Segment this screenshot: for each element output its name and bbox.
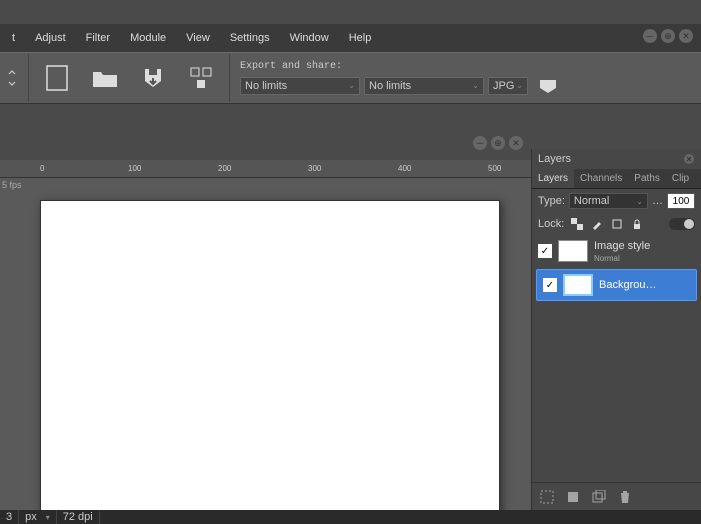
layer-sublabel: Normal <box>594 254 650 263</box>
maximize-icon[interactable]: ⊕ <box>661 29 675 43</box>
tab-paths[interactable]: Paths <box>628 169 666 188</box>
layer-thumbnail <box>558 240 588 262</box>
panel-footer <box>532 482 701 510</box>
export-section: Export and share: No limits⌄ No limits⌄ … <box>234 59 570 98</box>
panel-tabs: Layers Channels Paths Clip <box>532 169 701 189</box>
menu-edit[interactable]: t <box>2 26 25 50</box>
panel-title-text: Layers <box>538 153 571 165</box>
doc-close-icon[interactable]: ✕ <box>509 136 523 150</box>
lock-pixels-icon[interactable] <box>570 217 584 231</box>
window-controls: ─ ⊕ ✕ <box>643 29 693 43</box>
doc-maximize-icon[interactable]: ⊕ <box>491 136 505 150</box>
tab-clip[interactable]: Clip <box>666 169 692 188</box>
ruler-horizontal: 0 100 200 300 400 500 <box>0 160 531 178</box>
layer-thumbnail <box>563 274 593 296</box>
document-window-controls: ─ ⊕ ✕ <box>473 136 523 150</box>
layer-item-style[interactable]: ✓ Image style Normal <box>532 235 701 267</box>
selection-icon[interactable] <box>540 490 554 504</box>
minimize-icon[interactable]: ─ <box>643 29 657 43</box>
new-layer-icon[interactable] <box>566 490 580 504</box>
layers-panel: Layers Layers Channels Paths Clip Type: … <box>531 149 701 510</box>
lock-all-icon[interactable] <box>630 217 644 231</box>
doc-minimize-icon[interactable]: ─ <box>473 136 487 150</box>
export-limit1-dropdown[interactable]: No limits⌄ <box>240 77 360 95</box>
blend-mode-dropdown[interactable]: Normal⌄ <box>569 193 648 209</box>
menu-settings[interactable]: Settings <box>220 26 280 50</box>
toolbar: Export and share: No limits⌄ No limits⌄ … <box>0 52 701 104</box>
save-icon[interactable] <box>131 56 175 100</box>
canvas-area: 0 100 200 300 400 500 5 fps <box>0 160 531 510</box>
status-unit[interactable]: px▾ <box>19 510 57 524</box>
delete-layer-icon[interactable] <box>618 490 632 504</box>
menubar: t Adjust Filter Module View Settings Win… <box>0 24 701 52</box>
menu-filter[interactable]: Filter <box>76 26 120 50</box>
layer-visibility-checkbox[interactable]: ✓ <box>538 244 552 258</box>
layer-name: Backgrou… <box>599 279 656 291</box>
menu-adjust[interactable]: Adjust <box>25 26 76 50</box>
type-label: Type: <box>538 195 565 207</box>
menu-help[interactable]: Help <box>339 26 382 50</box>
open-folder-icon[interactable] <box>83 56 127 100</box>
panel-close-icon[interactable] <box>683 153 695 165</box>
layer-toggle[interactable] <box>669 218 695 230</box>
menu-view[interactable]: View <box>176 26 220 50</box>
export-limit2-dropdown[interactable]: No limits⌄ <box>364 77 484 95</box>
layer-name: Image style <box>594 240 650 252</box>
lock-brush-icon[interactable] <box>590 217 604 231</box>
toolbar-collapse-icon[interactable] <box>2 56 22 100</box>
export-format-dropdown[interactable]: JPG⌄ <box>488 77 528 95</box>
lock-row: Lock: <box>532 213 701 235</box>
new-file-icon[interactable] <box>35 56 79 100</box>
statusbar: 3 px▾ 72 dpi <box>0 510 701 524</box>
status-value: 3 <box>0 510 19 524</box>
lock-position-icon[interactable] <box>610 217 624 231</box>
close-icon[interactable]: ✕ <box>679 29 693 43</box>
export-label: Export and share: <box>240 61 564 72</box>
blend-type-row: Type: Normal⌄ … 100 <box>532 189 701 213</box>
arrange-icon[interactable] <box>179 56 223 100</box>
panel-title-bar: Layers <box>532 149 701 169</box>
layer-visibility-checkbox[interactable]: ✓ <box>543 278 557 292</box>
lock-label: Lock: <box>538 218 564 230</box>
tab-channels[interactable]: Channels <box>574 169 628 188</box>
more-icon[interactable]: … <box>652 195 663 207</box>
tab-layers[interactable]: Layers <box>532 169 574 188</box>
menu-module[interactable]: Module <box>120 26 176 50</box>
workspace: ─ ⊕ ✕ 0 100 200 300 400 500 5 fps <box>0 128 531 510</box>
canvas[interactable] <box>40 200 500 510</box>
opacity-input[interactable]: 100 <box>667 193 695 209</box>
layer-item-background[interactable]: ✓ Backgrou… <box>536 269 697 301</box>
fps-label: 5 fps <box>2 180 22 190</box>
status-dpi: 72 dpi <box>57 510 100 524</box>
menu-window[interactable]: Window <box>280 26 339 50</box>
duplicate-layer-icon[interactable] <box>592 490 606 504</box>
export-button-icon[interactable] <box>534 76 562 96</box>
